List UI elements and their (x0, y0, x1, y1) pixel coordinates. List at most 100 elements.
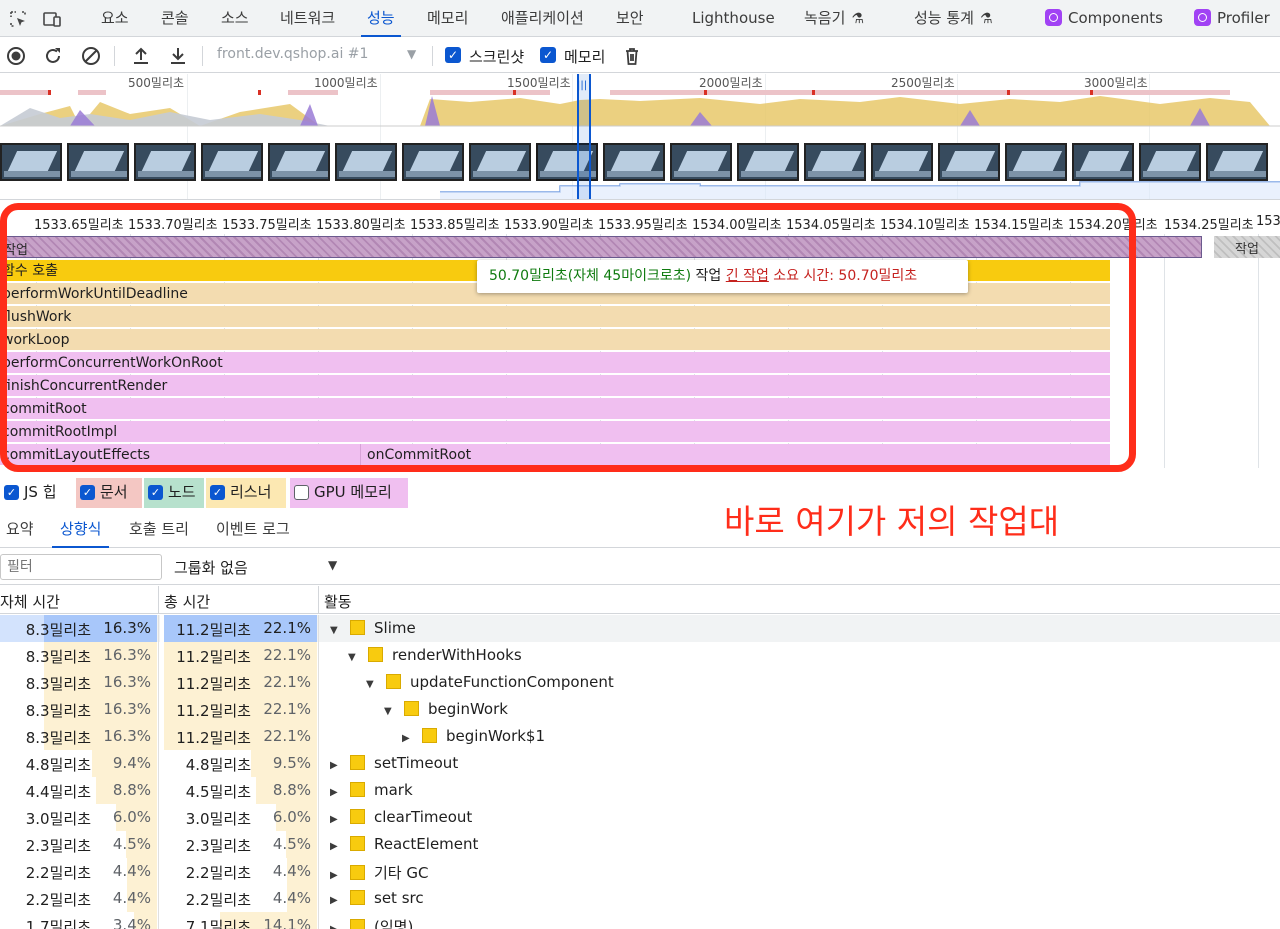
checkbox[interactable] (294, 485, 309, 500)
screenshot-thumbnail[interactable] (1072, 143, 1134, 181)
tab-call-tree[interactable]: 호출 트리 (129, 510, 189, 548)
table-row[interactable]: 4.4밀리초 8.8% 4.5밀리초 8.8% ▶ mark (0, 777, 1280, 804)
device-toolbar-icon[interactable] (42, 9, 62, 29)
activity-cell[interactable]: ▼ beginWork (384, 700, 508, 718)
inspect-element-icon[interactable] (8, 9, 28, 29)
table-row[interactable]: 8.3밀리초 16.3% 11.2밀리초 22.1% ▼ beginWork (0, 696, 1280, 723)
screenshot-thumbnail[interactable] (603, 143, 665, 181)
column-self-time[interactable]: 자체 시간 (0, 591, 60, 612)
table-row[interactable]: 1.7밀리초 3.4% 7.1밀리초 14.1% ▶ (익명) (0, 912, 1280, 929)
tab-memory[interactable]: 메모리 (427, 0, 468, 37)
activity-cell[interactable]: ▶ mark (330, 781, 413, 799)
tab-sources[interactable]: 소스 (221, 0, 249, 37)
activity-cell[interactable]: ▶ beginWork$1 (402, 727, 545, 745)
tab-react-components[interactable]: Components (1045, 0, 1163, 37)
tab-performance[interactable]: 성능 (361, 0, 401, 37)
selection-handle-icon[interactable]: ||| (577, 80, 587, 91)
expand-down-icon[interactable]: ▼ (366, 679, 378, 690)
expand-right-icon[interactable]: ▶ (330, 841, 342, 852)
reload-record-icon[interactable] (42, 45, 64, 67)
filter-input[interactable] (0, 554, 162, 580)
table-row[interactable]: 8.3밀리초 16.3% 11.2밀리초 22.1% ▼ updateFunctionCo… (0, 669, 1280, 696)
expand-right-icon[interactable]: ▶ (330, 924, 342, 929)
expand-down-icon[interactable]: ▼ (330, 625, 342, 636)
legend-js-heap[interactable]: ✓ JS 힙 (0, 478, 70, 508)
tab-bottom-up[interactable]: 상향식 (51, 510, 110, 548)
screenshot-thumbnail[interactable] (1005, 143, 1067, 181)
checkbox[interactable]: ✓ (80, 485, 95, 500)
tab-console[interactable]: 콘솔 (161, 0, 189, 37)
table-row[interactable]: 8.3밀리초 16.3% 11.2밀리초 22.1% ▶ beginWork$1 (0, 723, 1280, 750)
trash-icon[interactable] (621, 45, 643, 67)
screenshot-thumbnail[interactable] (402, 143, 464, 181)
table-row[interactable]: 2.2밀리초 4.4% 2.2밀리초 4.4% ▶ 기타 GC (0, 858, 1280, 885)
tab-security[interactable]: 보안 (616, 0, 644, 37)
tab-summary[interactable]: 요약 (6, 510, 34, 548)
screenshot-thumbnail[interactable] (1206, 143, 1268, 181)
activity-cell[interactable]: ▶ setTimeout (330, 754, 458, 772)
activity-cell[interactable]: ▼ updateFunctionComponent (366, 673, 614, 691)
column-activity[interactable]: 활동 (324, 591, 352, 612)
tab-performance-insights[interactable]: 성능 통계 ⚗ (914, 0, 993, 37)
checkbox[interactable]: ✓ (4, 485, 19, 500)
screenshot-thumbnail[interactable] (469, 143, 531, 181)
tab-event-log[interactable]: 이벤트 로그 (216, 510, 290, 548)
table-row[interactable]: 3.0밀리초 6.0% 3.0밀리초 6.0% ▶ clearTimeout (0, 804, 1280, 831)
download-icon[interactable] (167, 45, 189, 67)
screenshot-thumbnail[interactable] (335, 143, 397, 181)
overview-selection-window[interactable] (577, 74, 591, 199)
expand-right-icon[interactable]: ▶ (330, 787, 342, 798)
legend-listeners[interactable]: ✓ 리스너 (206, 478, 286, 508)
checkbox[interactable]: ✓ (210, 485, 225, 500)
checkbox[interactable]: ✓ (148, 485, 163, 500)
screenshot-thumbnail[interactable] (804, 143, 866, 181)
legend-gpu-memory[interactable]: GPU 메모리 (290, 478, 408, 508)
screenshot-thumbnail[interactable] (871, 143, 933, 181)
tab-recorder[interactable]: 녹음기 ⚗ (804, 0, 864, 37)
table-row[interactable]: 2.2밀리초 4.4% 2.2밀리초 4.4% ▶ set src (0, 885, 1280, 912)
tab-application[interactable]: 애플리케이션 (501, 0, 584, 37)
activity-cell[interactable]: ▶ set src (330, 889, 424, 907)
table-row[interactable]: 2.3밀리초 4.5% 2.3밀리초 4.5% ▶ ReactElement (0, 831, 1280, 858)
screenshots-checkbox[interactable]: ✓ (445, 47, 461, 63)
activity-cell[interactable]: ▼ Slime (330, 619, 416, 637)
record-icon[interactable] (5, 45, 27, 67)
legend-documents[interactable]: ✓ 문서 (76, 478, 142, 508)
legend-nodes[interactable]: ✓ 노드 (144, 478, 204, 508)
expand-right-icon[interactable]: ▶ (330, 870, 342, 881)
activity-cell[interactable]: ▶ (익명) (330, 916, 413, 929)
upload-icon[interactable] (130, 45, 152, 67)
activity-cell[interactable]: ▶ ReactElement (330, 835, 478, 853)
table-row[interactable]: 4.8밀리초 9.4% 4.8밀리초 9.5% ▶ setTimeout (0, 750, 1280, 777)
tab-react-profiler[interactable]: Profiler (1194, 0, 1270, 37)
screenshot-thumbnail[interactable] (201, 143, 263, 181)
screenshot-thumbnail[interactable] (0, 143, 62, 181)
timeline-overview[interactable]: 500밀리초 1000밀리초 1500밀리초 2000밀리초 2500밀리초 3… (0, 74, 1280, 200)
clear-icon[interactable] (80, 45, 102, 67)
activity-cell[interactable]: ▼ renderWithHooks (348, 646, 522, 664)
column-total-time[interactable]: 총 시간 (164, 591, 210, 612)
expand-right-icon[interactable]: ▶ (330, 814, 342, 825)
tab-lighthouse[interactable]: Lighthouse (692, 0, 775, 37)
screenshot-thumbnail[interactable] (1139, 143, 1201, 181)
expand-right-icon[interactable]: ▶ (330, 760, 342, 771)
table-row[interactable]: 8.3밀리초 16.3% 11.2밀리초 22.1% ▼ renderWithHooks (0, 642, 1280, 669)
screenshot-thumbnail[interactable] (67, 143, 129, 181)
screenshot-thumbnail[interactable] (268, 143, 330, 181)
chevron-down-icon[interactable]: ▼ (328, 558, 337, 572)
screenshot-thumbnail[interactable] (134, 143, 196, 181)
expand-right-icon[interactable]: ▶ (402, 733, 414, 744)
screenshot-thumbnail[interactable] (737, 143, 799, 181)
screenshot-thumbnail[interactable] (938, 143, 1000, 181)
recording-select[interactable]: front.dev.qshop.ai #1 (217, 46, 368, 62)
expand-down-icon[interactable]: ▼ (384, 706, 396, 717)
expand-right-icon[interactable]: ▶ (330, 895, 342, 906)
memory-checkbox[interactable]: ✓ (540, 47, 556, 63)
expand-down-icon[interactable]: ▼ (348, 652, 360, 663)
tab-network[interactable]: 네트워크 (280, 0, 335, 37)
activity-cell[interactable]: ▶ clearTimeout (330, 808, 472, 826)
tab-elements[interactable]: 요소 (101, 0, 129, 37)
chevron-down-icon[interactable]: ▼ (407, 47, 416, 61)
screenshot-thumbnail[interactable] (670, 143, 732, 181)
activity-cell[interactable]: ▶ 기타 GC (330, 862, 428, 883)
